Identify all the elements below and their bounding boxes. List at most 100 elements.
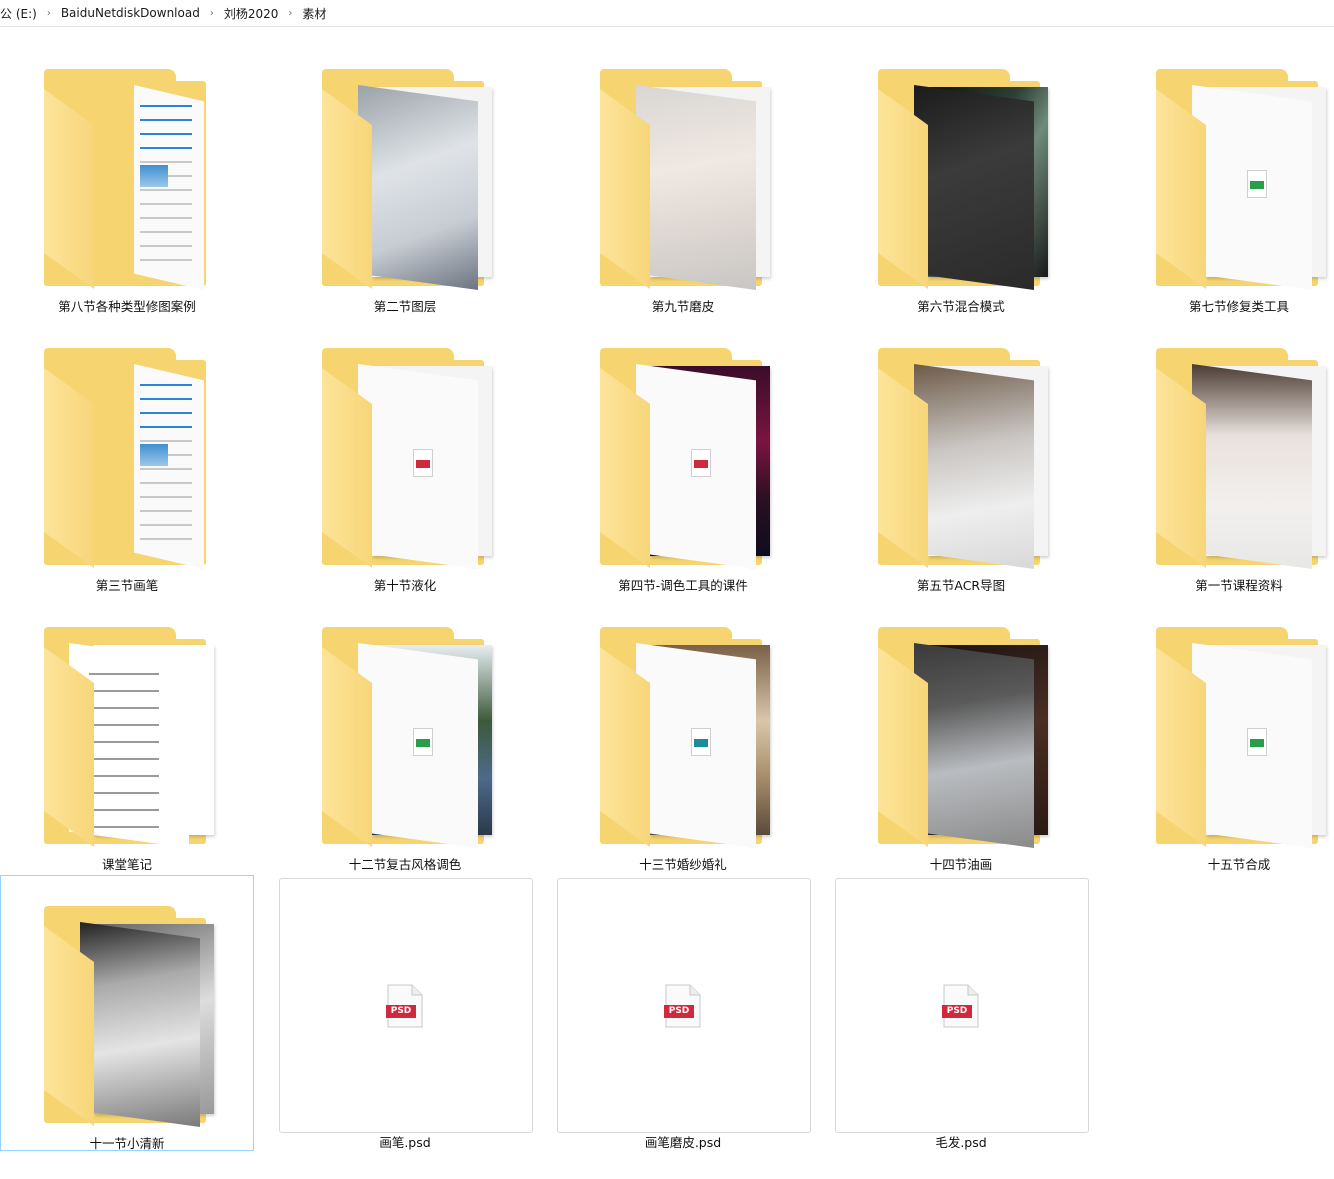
folder-icon bbox=[322, 348, 492, 573]
item-thumbnail bbox=[1, 876, 255, 1152]
note-line-icon bbox=[89, 758, 159, 760]
folder-item[interactable]: 十五节合成 bbox=[1112, 596, 1334, 872]
item-thumbnail bbox=[279, 597, 533, 873]
item-label: 第十节液化 bbox=[373, 578, 437, 593]
item-thumbnail bbox=[1, 318, 255, 594]
folder-item[interactable]: 第九节磨皮 bbox=[556, 38, 810, 314]
folder-item[interactable]: 第六节混合模式 bbox=[834, 38, 1088, 314]
folder-preview-icon bbox=[636, 643, 756, 848]
doc-line-icon bbox=[140, 482, 192, 484]
doc-line-icon bbox=[140, 384, 192, 386]
doc-line-icon bbox=[140, 203, 192, 205]
psd-thumbnail: PSD bbox=[835, 878, 1089, 1133]
folder-preview-icon bbox=[1192, 643, 1312, 848]
note-line-icon bbox=[89, 792, 159, 794]
folder-icon bbox=[1156, 627, 1326, 852]
folder-icon bbox=[44, 69, 214, 294]
folder-item[interactable]: 十三节婚纱婚礼 bbox=[556, 596, 810, 872]
doc-line-icon bbox=[140, 119, 192, 121]
folder-item[interactable]: 第八节各种类型修图案例 bbox=[0, 38, 254, 314]
item-thumbnail bbox=[557, 39, 811, 315]
item-thumbnail bbox=[279, 318, 533, 594]
note-line-icon bbox=[89, 775, 159, 777]
psd-file-item[interactable]: PSD 毛发.psd bbox=[834, 875, 1089, 1152]
note-line-icon bbox=[89, 707, 159, 709]
folder-item[interactable]: 第七节修复类工具 bbox=[1112, 38, 1334, 314]
psd-file-icon: PSD bbox=[942, 984, 980, 1028]
doc-line-icon bbox=[140, 161, 192, 163]
doc-image-icon bbox=[140, 444, 168, 466]
folder-item[interactable]: 十一节小清新 bbox=[0, 875, 254, 1151]
doc-line-icon bbox=[140, 259, 192, 261]
doc-line-icon bbox=[140, 189, 192, 191]
folder-item[interactable]: 第十节液化 bbox=[278, 317, 532, 593]
file-badge-icon bbox=[1250, 181, 1264, 189]
folder-preview-icon bbox=[358, 364, 478, 569]
psd-file-icon: PSD bbox=[386, 984, 424, 1028]
file-badge-icon bbox=[694, 739, 708, 747]
item-label: 第六节混合模式 bbox=[917, 299, 1005, 314]
file-grid: 第八节各种类型修图案例 第二节图层 第九节磨皮 第六节混合模式 第七节修复类工具第三节画… bbox=[0, 0, 1334, 1179]
item-thumbnail bbox=[835, 318, 1089, 594]
item-label: 画笔.psd bbox=[379, 1135, 431, 1150]
folder-preview-icon bbox=[134, 85, 204, 290]
psd-file-item[interactable]: PSD 画笔磨皮.psd bbox=[556, 875, 811, 1151]
item-label: 第一节课程资料 bbox=[1195, 578, 1283, 593]
file-type-icon bbox=[413, 449, 433, 477]
folder-preview-icon bbox=[134, 364, 204, 569]
psd-badge-text: PSD bbox=[946, 1006, 968, 1016]
psd-badge-text: PSD bbox=[390, 1006, 412, 1016]
file-type-icon bbox=[691, 449, 711, 477]
item-label: 十二节复古风格调色 bbox=[348, 857, 462, 872]
folder-item[interactable]: 第五节ACR导图 bbox=[834, 317, 1088, 593]
folder-icon bbox=[600, 348, 770, 573]
folder-icon bbox=[1156, 69, 1326, 294]
folder-preview-icon bbox=[914, 85, 1034, 290]
folder-icon bbox=[44, 906, 214, 1131]
item-label: 第二节图层 bbox=[373, 299, 437, 314]
item-label: 十一节小清新 bbox=[89, 1136, 165, 1151]
file-badge-icon bbox=[694, 460, 708, 468]
item-thumbnail bbox=[557, 318, 811, 594]
psd-file-item[interactable]: PSD 画笔.psd bbox=[278, 875, 533, 1152]
psd-thumbnail: PSD bbox=[557, 878, 811, 1133]
item-thumbnail: PSD bbox=[279, 876, 533, 1152]
folder-item[interactable]: 十四节油画 bbox=[834, 596, 1088, 872]
doc-line-icon bbox=[140, 245, 192, 247]
folder-icon bbox=[322, 69, 492, 294]
folder-item[interactable]: 第四节-调色工具的课件 bbox=[556, 317, 810, 593]
item-thumbnail bbox=[835, 39, 1089, 315]
file-badge-icon bbox=[416, 460, 430, 468]
folder-item[interactable]: 第一节课程资料 bbox=[1112, 317, 1334, 593]
folder-preview-icon bbox=[358, 643, 478, 848]
folder-item[interactable]: 课堂笔记 bbox=[0, 596, 254, 872]
folder-icon bbox=[322, 627, 492, 852]
doc-line-icon bbox=[140, 524, 192, 526]
item-thumbnail bbox=[1113, 318, 1334, 594]
item-label: 第三节画笔 bbox=[95, 578, 159, 593]
folder-preview-icon bbox=[636, 364, 756, 569]
doc-line-icon bbox=[140, 538, 192, 540]
folder-preview-icon bbox=[1192, 85, 1312, 290]
note-line-icon bbox=[89, 673, 159, 675]
folder-icon bbox=[878, 69, 1048, 294]
item-label: 画笔磨皮.psd bbox=[644, 1135, 722, 1150]
folder-preview-icon bbox=[914, 643, 1034, 848]
folder-item[interactable]: 第二节图层 bbox=[278, 38, 532, 314]
folder-icon bbox=[44, 348, 214, 573]
folder-icon bbox=[878, 348, 1048, 573]
file-type-icon bbox=[1247, 170, 1267, 198]
psd-thumbnail: PSD bbox=[279, 878, 533, 1133]
item-thumbnail bbox=[557, 597, 811, 873]
folder-item[interactable]: 第三节画笔 bbox=[0, 317, 254, 593]
item-thumbnail bbox=[1, 597, 255, 873]
folder-preview-icon bbox=[914, 364, 1034, 569]
item-label: 第五节ACR导图 bbox=[916, 578, 1006, 593]
item-thumbnail: PSD bbox=[835, 876, 1089, 1152]
folder-icon bbox=[1156, 348, 1326, 573]
item-label: 第八节各种类型修图案例 bbox=[58, 299, 196, 314]
item-label: 十四节油画 bbox=[929, 857, 993, 872]
item-label: 第七节修复类工具 bbox=[1188, 299, 1289, 314]
item-thumbnail bbox=[1113, 597, 1334, 873]
folder-item[interactable]: 十二节复古风格调色 bbox=[278, 596, 532, 872]
